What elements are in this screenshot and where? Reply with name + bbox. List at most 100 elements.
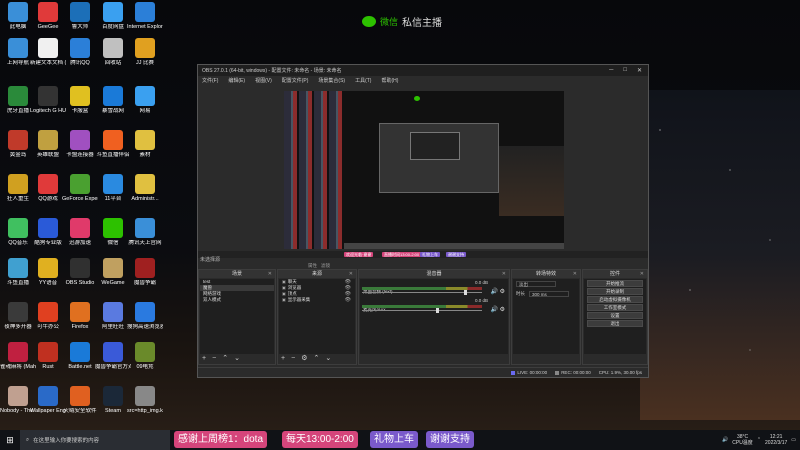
add-scene-button[interactable]: + <box>202 355 206 363</box>
windows-start-icon[interactable]: ⊞ <box>0 430 20 450</box>
desktop-icon[interactable]: Logitech G HUB <box>30 86 66 115</box>
speaker-icon[interactable]: 🔊 <box>722 437 728 443</box>
desktop-icon[interactable]: 阿里旺旺 <box>95 302 131 331</box>
control-button[interactable]: 开始录制 <box>587 288 643 295</box>
menu-tools[interactable]: 工具(T) <box>355 77 371 84</box>
desktop-icon[interactable]: 魔兽争霸 <box>127 258 163 287</box>
menu-view[interactable]: 视图(V) <box>255 77 272 84</box>
desktop-icon[interactable]: 可牛办公 <box>30 302 66 331</box>
desktop-icon[interactable]: YY语音 <box>30 258 66 287</box>
mute-speaker-icon[interactable]: 🔊 <box>490 289 497 295</box>
desktop-icon[interactable]: 火绒安全软件 <box>62 386 98 415</box>
sources-list[interactable]: ▣ 聊天 👁 ▣ 浏览器 👁 ▣ 顶点 👁 ▣ 显示器采集 👁 <box>279 279 355 354</box>
desktop-icon[interactable]: 腾讯QQ <box>62 38 98 67</box>
desktop-icon[interactable]: Administr... <box>127 174 163 203</box>
desktop-icon[interactable]: OBS Studio <box>62 258 98 287</box>
desktop-icon[interactable]: 斗鱼直播伴侣 <box>95 130 131 159</box>
dock-close-icon[interactable]: ✕ <box>502 270 506 278</box>
taskbar-search[interactable]: ⌕ 在这里输入你要搜索的内容 <box>20 430 170 450</box>
desktop-icon[interactable]: 迅游加速 <box>62 218 98 247</box>
menu-help[interactable]: 帮助(H) <box>381 77 398 84</box>
slider-handle[interactable] <box>464 290 467 295</box>
source-item[interactable]: ▣ 显示器采集 👁 <box>279 297 355 303</box>
control-button[interactable]: 启动虚拟摄像机 <box>587 296 643 303</box>
obs-preview-canvas[interactable] <box>284 91 564 249</box>
desktop-icon[interactable]: src=http_img.kttpd... <box>127 386 163 415</box>
dock-close-icon[interactable]: ✕ <box>268 270 272 278</box>
menu-scene-collection[interactable]: 场景集合(S) <box>318 77 345 84</box>
source-settings-gear-icon[interactable]: ⚙ <box>301 355 307 363</box>
transition-type-select[interactable]: 淡出 <box>516 281 556 287</box>
desktop-icon[interactable]: QQ游戏 <box>30 174 66 203</box>
desktop-icon[interactable]: Battle.net <box>62 342 98 371</box>
desktop-icon[interactable]: 卡盟连接器 <box>62 130 98 159</box>
desktop-icon[interactable]: GeeGee <box>30 2 66 31</box>
volume-slider[interactable] <box>362 308 482 313</box>
scene-item[interactable]: 双人模式 <box>200 297 274 303</box>
desktop-icon[interactable]: 回收站 <box>95 38 131 67</box>
remove-scene-button[interactable]: − <box>212 355 216 363</box>
dock-close-icon[interactable]: ✕ <box>349 270 353 278</box>
notification-icon[interactable]: ▭ <box>791 437 796 443</box>
desktop-icon[interactable]: 酷狗专业版 <box>30 218 66 247</box>
desktop-icon[interactable]: Steam <box>95 386 131 415</box>
control-button[interactable]: 工作室模式 <box>587 304 643 311</box>
control-button[interactable]: 开始推流 <box>587 280 643 287</box>
app-icon <box>70 38 90 58</box>
menu-file[interactable]: 文件(F) <box>202 77 218 84</box>
close-button[interactable]: ✕ <box>637 67 642 74</box>
dock-close-icon[interactable]: ✕ <box>640 270 644 278</box>
desktop-icon[interactable]: 微信 <box>95 218 131 247</box>
chevron-up-icon[interactable]: ⌃ <box>757 437 761 443</box>
cpu-temp-widget: 38°C CPU温度 <box>732 434 753 446</box>
visibility-eye-icon[interactable]: 👁 <box>345 297 351 303</box>
desktop-icon[interactable]: 暴雪战网 <box>95 86 131 115</box>
desktop-icon[interactable]: WeGame <box>95 258 131 287</box>
channel-settings-gear-icon[interactable]: ⚙ <box>500 289 505 295</box>
scenes-list[interactable]: test 魔兽 网络游戏 双人模式 <box>200 279 274 354</box>
desktop-icon[interactable]: GeForce Experience <box>62 174 98 203</box>
app-icon <box>103 38 123 58</box>
desktop-icon[interactable]: 卡服盒 <box>62 86 98 115</box>
obs-window[interactable]: OBS 27.0.1 (64-bit, windows) - 配置文件: 未命名… <box>197 64 649 378</box>
desktop-icon[interactable]: 11平台 <box>95 174 131 203</box>
desktop-icon-label: JJ 比赛 <box>135 60 155 66</box>
desktop-icon[interactable]: Internet Explorer <box>127 2 163 31</box>
remove-source-button[interactable]: − <box>291 355 295 363</box>
desktop-icon-label: Administr... <box>131 196 159 202</box>
channel-settings-gear-icon[interactable]: ⚙ <box>500 307 505 313</box>
desktop-icon[interactable]: 09电竞 <box>127 342 163 371</box>
add-source-button[interactable]: + <box>281 355 285 363</box>
dock-close-icon[interactable]: ✕ <box>573 270 577 278</box>
move-up-button[interactable]: ⌃ <box>222 355 228 363</box>
clock[interactable]: 12:21 2022/3/17 <box>765 434 787 446</box>
desktop-icon[interactable]: 网易 <box>127 86 163 115</box>
move-down-button[interactable]: ⌄ <box>234 355 240 363</box>
move-up-button[interactable]: ⌃ <box>313 355 319 363</box>
desktop-icon[interactable]: 英雄联盟 <box>30 130 66 159</box>
desktop-icon[interactable]: Firefox <box>62 302 98 331</box>
mute-speaker-icon[interactable]: 🔊 <box>490 307 497 313</box>
desktop-icon[interactable]: 素材 <box>127 130 163 159</box>
desktop-icon[interactable]: Wallpaper Engine:... <box>30 386 66 415</box>
desktop-icon[interactable]: 百度网盘 <box>95 2 131 31</box>
move-down-button[interactable]: ⌄ <box>325 355 331 363</box>
duration-input[interactable]: 300 ms <box>529 291 569 297</box>
menu-edit[interactable]: 编辑(E) <box>228 77 245 84</box>
desktop-icon[interactable]: 鲁大师 <box>62 2 98 31</box>
desktop-icon[interactable]: 魔兽争霸官方对战平台 <box>95 342 131 371</box>
volume-slider[interactable] <box>362 290 482 295</box>
maximize-button[interactable]: □ <box>623 67 627 74</box>
desktop-icon[interactable]: Rust <box>30 342 66 371</box>
desktop-icon[interactable]: 腾讯天上官网 <box>127 218 163 247</box>
desktop-icon[interactable]: JJ 比赛 <box>127 38 163 67</box>
obs-title-bar[interactable]: OBS 27.0.1 (64-bit, windows) - 配置文件: 未命名… <box>198 65 648 76</box>
control-button[interactable]: 退出 <box>587 320 643 327</box>
desktop-icon[interactable]: 搜狗高速浏览器 <box>127 302 163 331</box>
menu-profile[interactable]: 配置文件(P) <box>282 77 309 84</box>
control-button[interactable]: 设置 <box>587 312 643 319</box>
desktop-icon[interactable]: 新建文本文档 (2) <box>30 38 66 67</box>
slider-handle[interactable] <box>436 308 440 313</box>
search-input[interactable]: 在这里输入你要搜索的内容 <box>33 436 99 444</box>
minimize-button[interactable]: ─ <box>609 67 613 74</box>
